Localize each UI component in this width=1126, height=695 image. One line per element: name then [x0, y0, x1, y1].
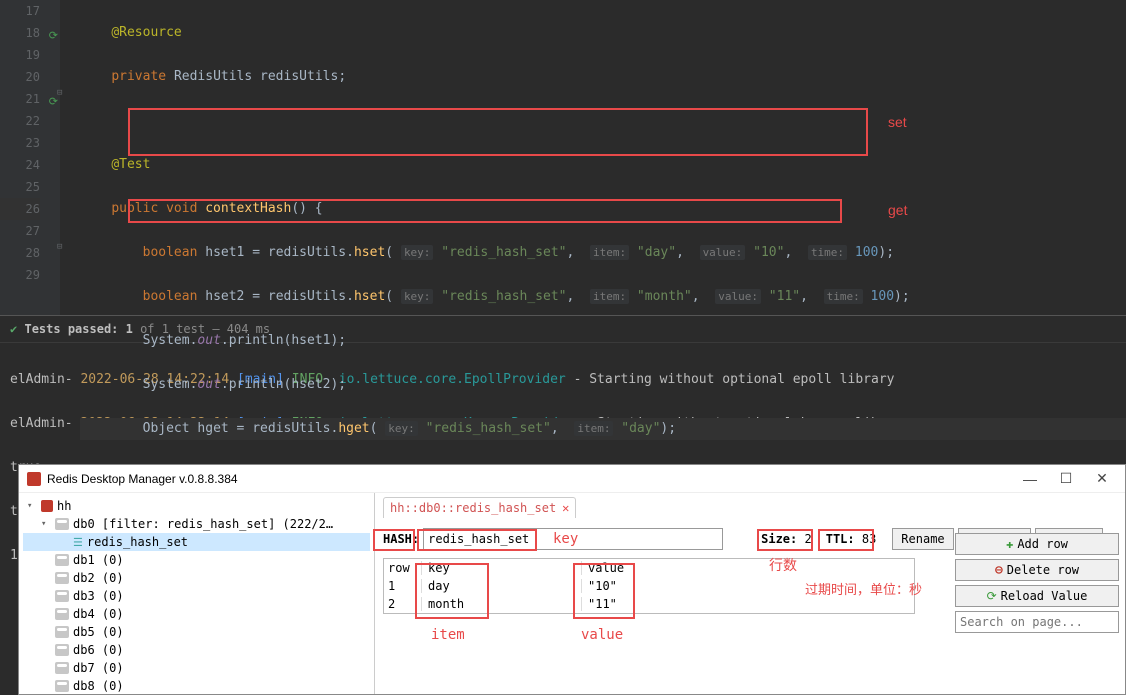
annot-box: [373, 529, 415, 551]
rdm-window[interactable]: Redis Desktop Manager v.0.8.8.384 — ☐ ✕ …: [18, 464, 1126, 695]
highlight-set-box: [128, 108, 868, 156]
minimize-button[interactable]: —: [1015, 471, 1045, 487]
param-hint: key:: [401, 289, 434, 304]
rdm-titlebar[interactable]: Redis Desktop Manager v.0.8.8.384 — ☐ ✕: [19, 465, 1125, 493]
annot-box: [417, 529, 537, 551]
tree-key-selected[interactable]: ☰redis_hash_set: [23, 533, 370, 551]
check-icon: ✔: [10, 322, 17, 336]
code-editor[interactable]: 17 18⟳ 19 20 21⟳ 22 23 24 25 26 27 28 29…: [0, 0, 1126, 315]
db-icon: [55, 518, 69, 530]
param-hint: item:: [590, 245, 629, 260]
highlight-get-box: [128, 199, 842, 223]
close-icon[interactable]: ✕: [562, 501, 569, 515]
rdm-main: hh::db0::redis_hash_set✕ HASH: Size: 2 T…: [375, 493, 1125, 694]
tree-db0[interactable]: ▾db0 [filter: redis_hash_set] (222/2…: [23, 515, 370, 533]
plus-icon: ✚: [1006, 537, 1013, 551]
rdm-app-icon: [27, 472, 41, 486]
add-row-button[interactable]: ✚Add row: [955, 533, 1119, 555]
rdm-title-text: Redis Desktop Manager v.0.8.8.384: [47, 472, 238, 486]
param-hint: item:: [574, 421, 613, 436]
annot-value: value: [581, 627, 623, 643]
rename-button[interactable]: Rename: [892, 528, 953, 550]
tree-db[interactable]: db4 (0): [23, 605, 370, 623]
line-num: 22: [26, 114, 40, 128]
tree-db[interactable]: db1 (0): [23, 551, 370, 569]
annotation: @Resource: [111, 25, 181, 40]
param-hint: key:: [385, 421, 418, 436]
param-hint: key:: [401, 245, 434, 260]
tree-db[interactable]: db3 (0): [23, 587, 370, 605]
db-icon: [55, 662, 69, 674]
annot-ttl: 过期时间，单位：秒: [805, 579, 922, 598]
annot-key: key: [553, 531, 578, 547]
line-num: 18: [26, 26, 40, 40]
server-icon: [41, 500, 53, 512]
tree-db[interactable]: db2 (0): [23, 569, 370, 587]
annotation: @Test: [111, 157, 150, 172]
gutter: 17 18⟳ 19 20 21⟳ 22 23 24 25 26 27 28 29: [0, 0, 60, 315]
line-num: 27: [26, 224, 40, 238]
line-num: 26: [26, 202, 40, 216]
maximize-button[interactable]: ☐: [1051, 470, 1081, 487]
param-hint: value:: [715, 289, 761, 304]
param-hint: time:: [808, 245, 847, 260]
annot-box: [818, 529, 874, 551]
delete-row-button[interactable]: ⊖Delete row: [955, 559, 1119, 581]
line-num: 17: [26, 4, 40, 18]
db-icon: [55, 680, 69, 692]
db-icon: [55, 626, 69, 638]
annot-get: get: [888, 202, 907, 218]
tree-db[interactable]: db6 (0): [23, 641, 370, 659]
line-num: 23: [26, 136, 40, 150]
tree-db[interactable]: db8 (0): [23, 677, 370, 694]
line-num: 25: [26, 180, 40, 194]
param-hint: item:: [590, 289, 629, 304]
annot-item: item: [431, 627, 465, 643]
tree-conn[interactable]: ▾hh: [23, 497, 370, 515]
rdm-tree[interactable]: ▾hh ▾db0 [filter: redis_hash_set] (222/2…: [19, 493, 375, 694]
reload-button[interactable]: ⟳Reload Value: [955, 585, 1119, 607]
reload-icon: ⟳: [987, 589, 997, 603]
fold-icon[interactable]: ⊟: [57, 242, 62, 252]
db-icon: [55, 554, 69, 566]
delete-icon: ⊖: [995, 563, 1003, 578]
line-num: 24: [26, 158, 40, 172]
line-num: 19: [26, 48, 40, 62]
close-button[interactable]: ✕: [1087, 470, 1117, 487]
search-input[interactable]: [955, 611, 1119, 633]
annot-box: [757, 529, 813, 551]
annot-box: [573, 563, 635, 619]
line-num: 28: [26, 246, 40, 260]
rdm-tab[interactable]: hh::db0::redis_hash_set✕: [383, 497, 576, 518]
line-num: 21: [26, 92, 40, 106]
side-buttons: ✚Add row ⊖Delete row ⟳Reload Value: [955, 533, 1119, 633]
annot-set: set: [888, 114, 907, 130]
param-hint: time:: [824, 289, 863, 304]
annot-rows: 行数: [769, 555, 797, 575]
key-icon: ☰: [73, 536, 83, 549]
db-icon: [55, 644, 69, 656]
param-hint: value:: [700, 245, 746, 260]
line-num: 29: [26, 268, 40, 282]
db-icon: [55, 608, 69, 620]
annot-box: [415, 563, 489, 619]
line-num: 20: [26, 70, 40, 84]
tree-db[interactable]: db7 (0): [23, 659, 370, 677]
db-icon: [55, 572, 69, 584]
db-icon: [55, 590, 69, 602]
run-icon[interactable]: ⟳: [49, 25, 58, 47]
tree-db[interactable]: db5 (0): [23, 623, 370, 641]
fold-icon[interactable]: ⊟: [57, 88, 62, 98]
